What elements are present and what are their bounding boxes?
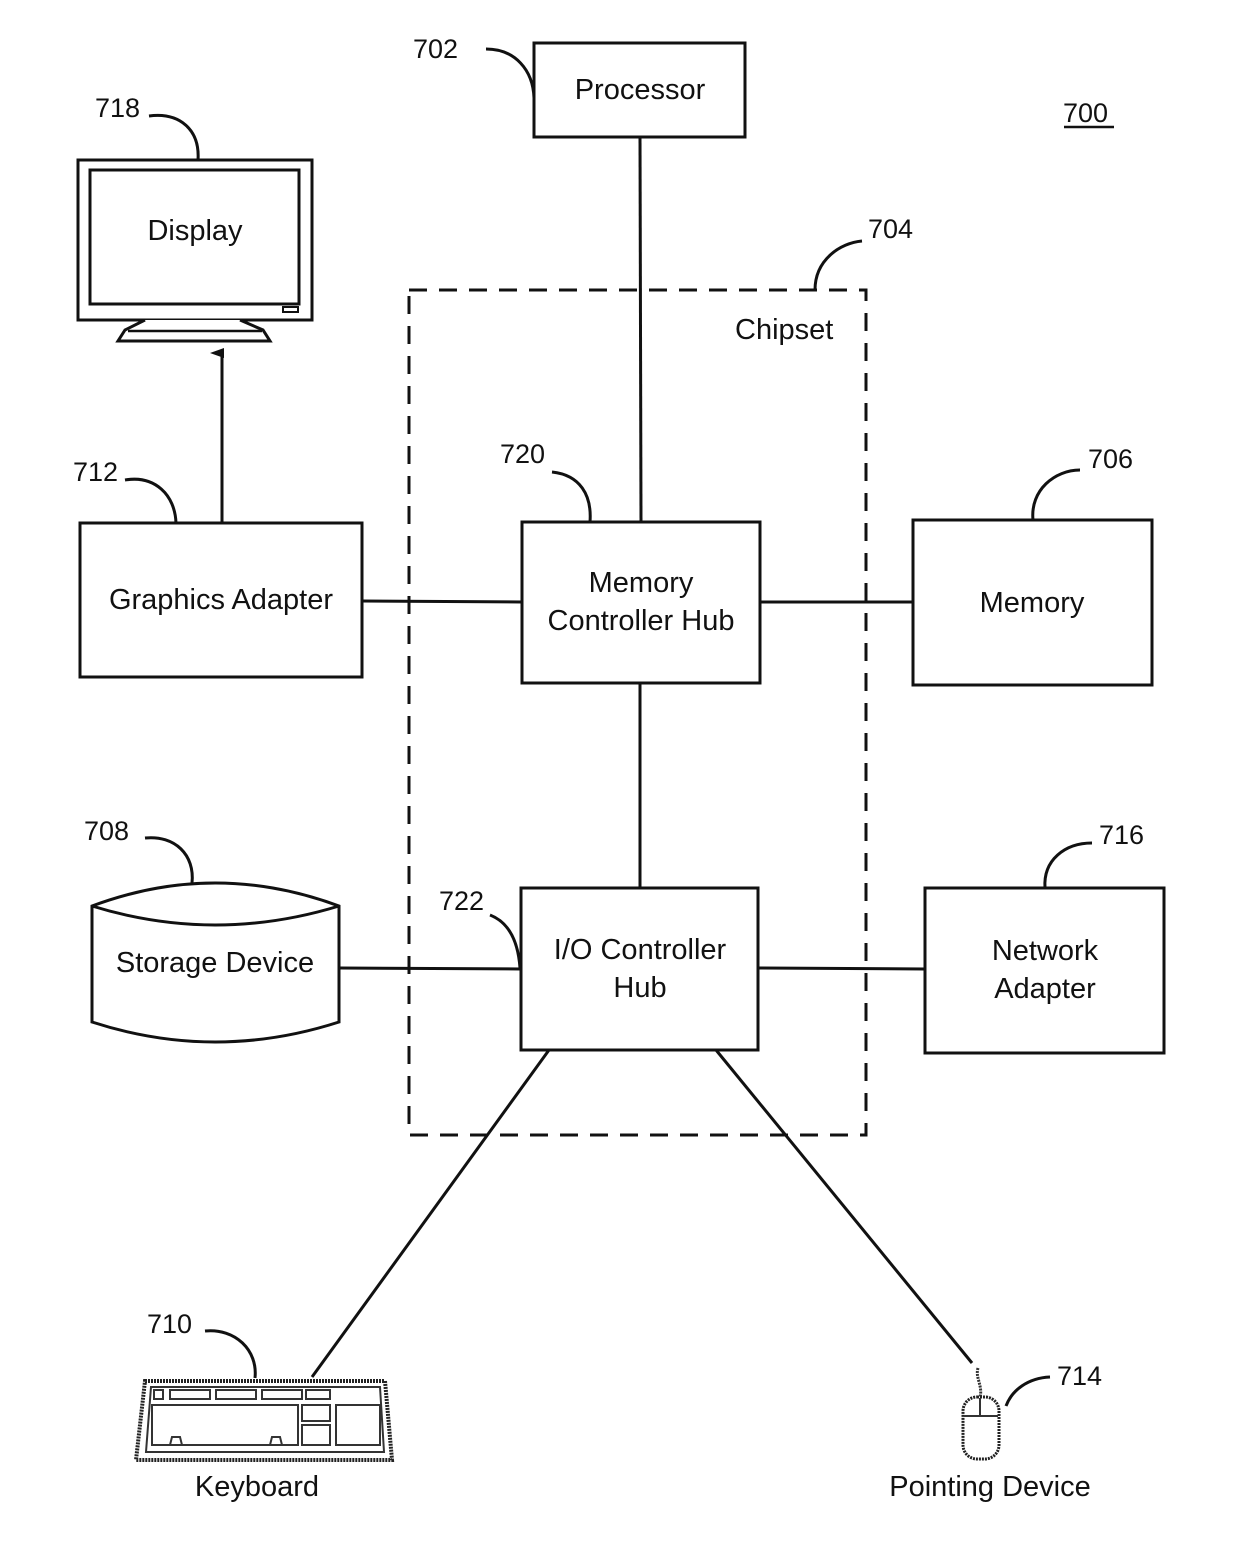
memory-ref: 706 bbox=[1088, 444, 1133, 474]
processor-block[interactable]: Processor 702 bbox=[413, 34, 747, 139]
memory-controller-hub-block[interactable]: Memory Controller Hub 720 bbox=[500, 439, 762, 685]
ioh-leader-line bbox=[489, 913, 522, 969]
display-leader-line bbox=[148, 113, 200, 161]
storage-device-block[interactable]: Storage Device 708 bbox=[84, 816, 341, 1044]
network-adapter-block[interactable]: Network Adapter 716 bbox=[923, 820, 1166, 1055]
pointing-leader-line bbox=[1004, 1375, 1051, 1407]
storage-leader-line bbox=[144, 836, 194, 884]
figure-number: 700 bbox=[1063, 98, 1114, 129]
ioh-ref: 722 bbox=[439, 886, 484, 916]
graphics-adapter-block[interactable]: Graphics Adapter 712 bbox=[73, 457, 364, 679]
ioh-keyboard-link bbox=[310, 1049, 551, 1378]
connections bbox=[210, 136, 974, 1378]
processor-ref: 702 bbox=[413, 34, 458, 64]
network-leader-line bbox=[1043, 841, 1093, 889]
svg-text:700: 700 bbox=[1063, 98, 1108, 128]
svg-text:Network: Network bbox=[992, 935, 1099, 967]
keyboard-ref: 710 bbox=[147, 1309, 192, 1339]
ioh-network-link bbox=[757, 966, 926, 971]
mch-leader-line bbox=[551, 470, 592, 523]
ioh-pointing-link bbox=[714, 1049, 974, 1364]
processor-mch-link bbox=[638, 136, 643, 523]
svg-text:Adapter: Adapter bbox=[994, 973, 1096, 1005]
pointing-ref: 714 bbox=[1057, 1361, 1102, 1391]
mouse-icon bbox=[961, 1367, 1001, 1461]
network-ref: 716 bbox=[1099, 820, 1144, 850]
chipset-leader-line bbox=[813, 239, 863, 291]
processor-leader-line bbox=[485, 47, 536, 99]
memory-leader-line bbox=[1031, 468, 1081, 521]
mch-ref: 720 bbox=[500, 439, 545, 469]
svg-text:Memory: Memory bbox=[589, 567, 694, 599]
graphics-leader-line bbox=[124, 477, 178, 524]
svg-text:Memory: Memory bbox=[980, 587, 1085, 619]
memory-block[interactable]: Memory 706 bbox=[911, 444, 1154, 687]
chipset-ref: 704 bbox=[868, 214, 913, 244]
svg-text:Hub: Hub bbox=[613, 972, 666, 1004]
block-diagram: 700 Chipset 704 Processor 702 Display 71… bbox=[73, 34, 1166, 1503]
svg-text:Controller Hub: Controller Hub bbox=[548, 605, 735, 637]
svg-text:Pointing Device: Pointing Device bbox=[889, 1471, 1091, 1503]
svg-text:Keyboard: Keyboard bbox=[195, 1471, 319, 1503]
storage-ref: 708 bbox=[84, 816, 129, 846]
keyboard-icon bbox=[133, 1379, 395, 1462]
storage-ioh-link bbox=[339, 966, 522, 971]
keyboard-block[interactable]: Keyboard 710 bbox=[133, 1309, 395, 1503]
graphics-mch-link bbox=[361, 599, 523, 604]
graphics-ref: 712 bbox=[73, 457, 118, 487]
svg-text:Display: Display bbox=[147, 215, 243, 247]
svg-text:Graphics Adapter: Graphics Adapter bbox=[109, 584, 333, 616]
display-ref: 718 bbox=[95, 93, 140, 123]
keyboard-leader-line bbox=[204, 1329, 257, 1379]
svg-text:I/O Controller: I/O Controller bbox=[554, 934, 727, 966]
svg-text:Storage Device: Storage Device bbox=[116, 947, 314, 979]
svg-text:Chipset: Chipset bbox=[735, 314, 833, 346]
pointing-device-block[interactable]: Pointing Device 714 bbox=[889, 1361, 1102, 1503]
svg-text:Processor: Processor bbox=[575, 74, 706, 106]
display-block[interactable]: Display 718 bbox=[76, 93, 314, 343]
